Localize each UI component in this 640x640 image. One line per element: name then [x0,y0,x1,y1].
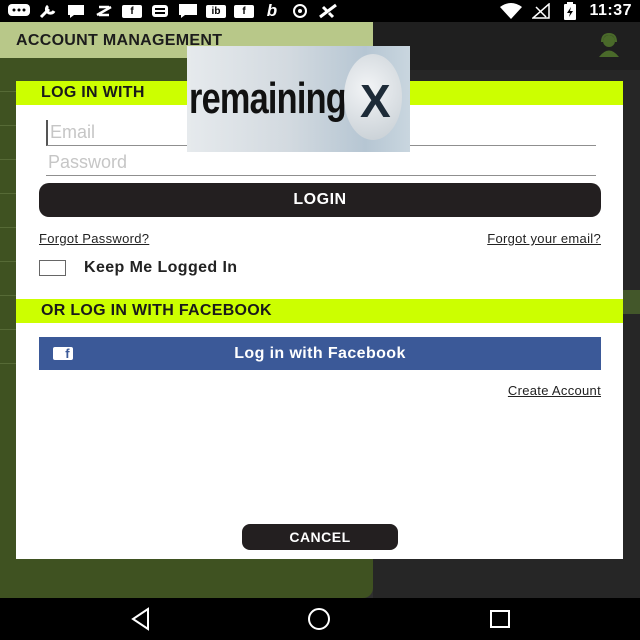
forgot-email-link[interactable]: Forgot your email? [487,231,601,246]
login-dialog: LOG IN WITH LOGIN Forgot Password? Forgo… [16,81,623,559]
facebook-icon: f [53,347,73,361]
sync-icon [290,3,310,19]
notification-icons: f ib f b [8,1,338,20]
support-agent-icon[interactable] [596,32,622,58]
wrench-icon [38,3,58,19]
create-account-link[interactable]: Create Account [508,383,601,398]
ib-icon: ib [206,4,226,18]
app-toolbar [373,22,640,70]
close-icon: X [360,75,391,127]
system-navigation-bar [0,598,640,640]
cancel-button[interactable]: CANCEL [242,524,398,550]
facebook-icon: f [234,4,254,18]
messenger-icon [66,3,86,19]
satellite-icon [318,3,338,19]
keep-logged-in-checkbox[interactable] [39,260,66,276]
wifi-icon [500,3,523,19]
ad-overlay[interactable]: remaining X [187,46,410,152]
status-bar: f ib f b 11:37 [0,0,640,22]
facebook-login-label: Log in with Facebook [234,344,406,362]
app-icon [150,3,170,19]
back-icon[interactable] [128,606,154,632]
battery-charging-icon [560,2,580,20]
mode-icon [94,3,114,19]
forgot-password-link[interactable]: Forgot Password? [39,231,149,246]
password-field[interactable] [46,150,596,176]
clock: 11:37 [589,2,632,19]
chat-bubble-icon [8,3,30,19]
ad-remaining-text: remaining [189,74,347,123]
home-icon[interactable] [306,606,332,632]
no-signal-icon [531,3,551,19]
b-icon: b [266,1,278,20]
message-icon [178,3,198,19]
facebook-icon: f [122,4,142,18]
facebook-login-button[interactable]: f Log in with Facebook [39,337,601,370]
facebook-section-header: OR LOG IN WITH FACEBOOK [16,299,623,323]
recents-icon[interactable] [487,606,513,632]
keep-logged-in-label: Keep Me Logged In [84,259,238,276]
login-button[interactable]: LOGIN [39,183,601,217]
